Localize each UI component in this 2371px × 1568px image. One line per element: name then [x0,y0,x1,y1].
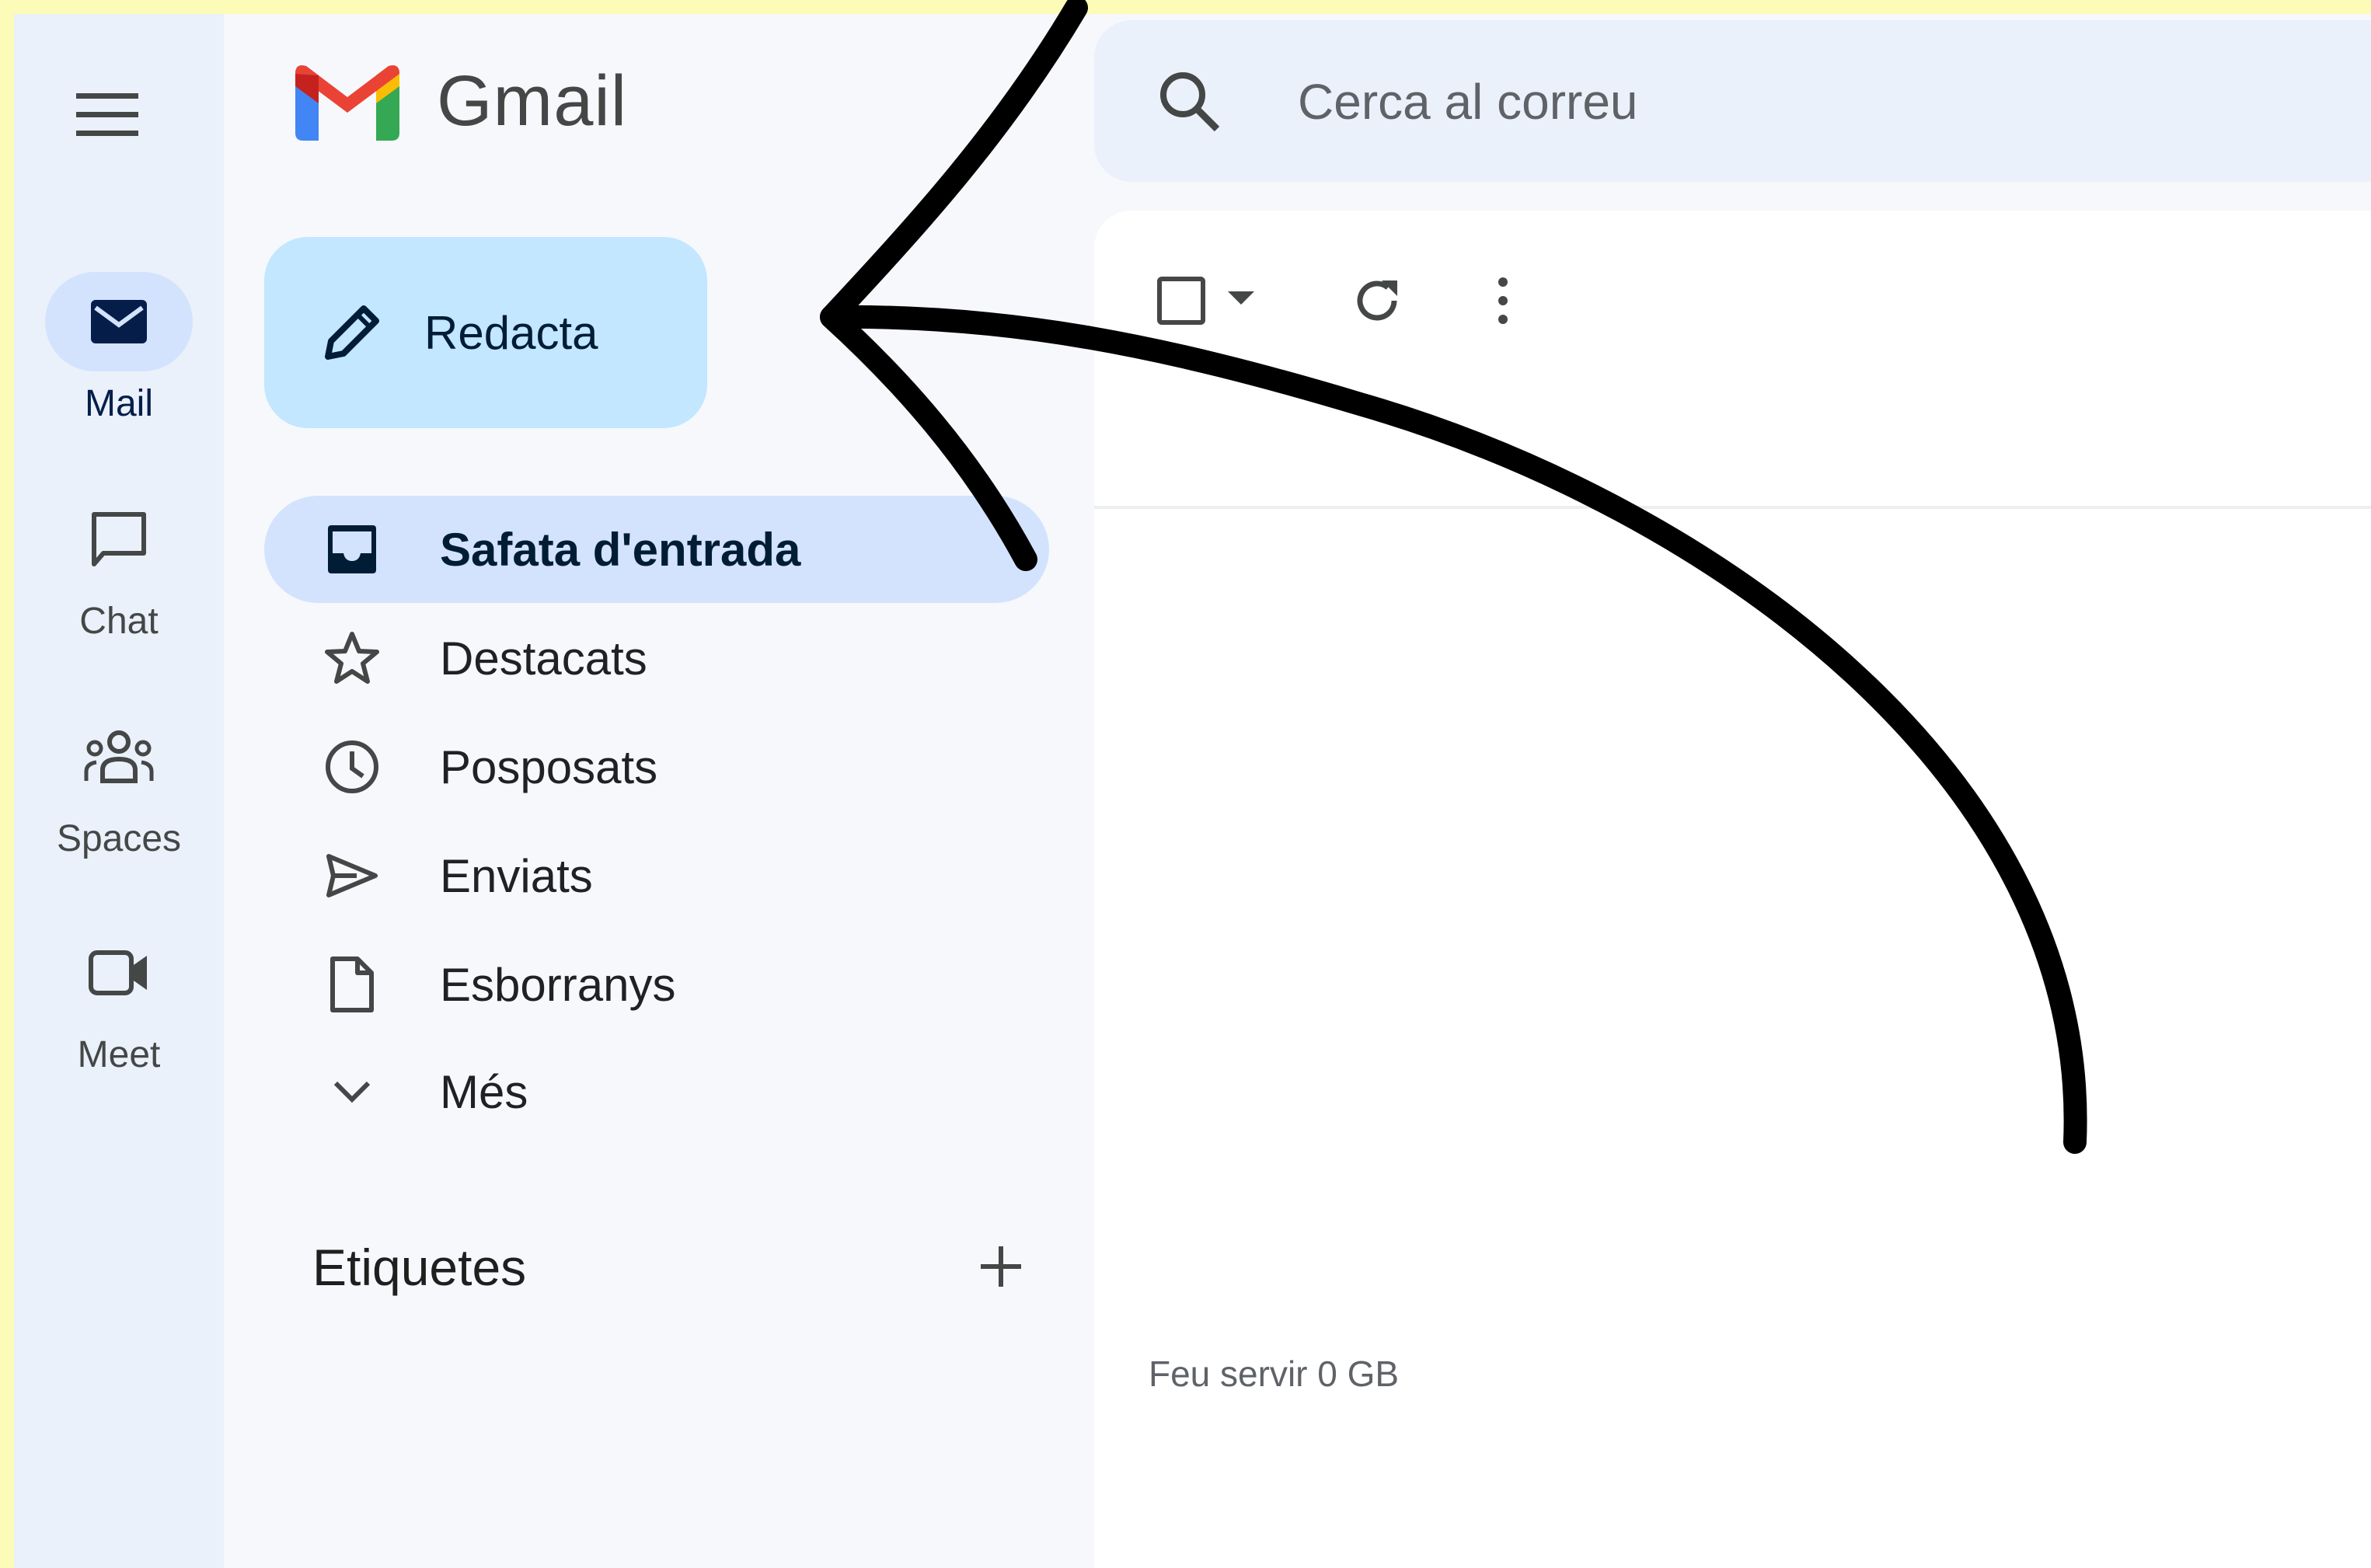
add-label-button[interactable] [970,1235,1032,1298]
folder-drafts-label: Esborranys [440,958,676,1011]
labels-heading: Etiquetes [312,1239,527,1296]
rail-item-mail-highlight [45,272,193,371]
chevron-down-icon [333,1081,371,1103]
draft-file-icon [330,956,374,1012]
search-bar [1094,20,2371,182]
search-input[interactable] [1296,64,2310,140]
storage-usage-text: Feu servir 0 GB [1149,1354,1400,1394]
star-icon [325,632,379,684]
rail-item-meet[interactable]: Meet [14,923,224,1076]
folder-more[interactable]: Més [264,1038,1049,1145]
rail-label-mail: Mail [84,383,153,424]
folder-starred-label: Destacats [440,632,647,685]
search-icon[interactable] [1156,68,1222,134]
app-title: Gmail [437,61,628,141]
pencil-icon [325,305,379,360]
mail-icon [91,300,147,343]
compose-label: Redacta [424,306,598,359]
main-menu-button[interactable] [61,68,154,162]
plus-icon [981,1246,1021,1287]
rail-item-spaces-wrap [45,707,193,807]
folder-sent[interactable]: Enviats [264,822,1049,929]
select-all-checkbox[interactable] [1156,276,1206,326]
rail-item-chat-wrap [45,490,193,589]
folder-starred[interactable]: Destacats [264,605,1049,712]
rail-item-chat[interactable]: Chat [14,490,224,643]
folder-more-label: Més [440,1065,528,1118]
rail-label-chat: Chat [79,601,159,642]
rail-label-meet: Meet [77,1034,161,1075]
send-icon [326,854,378,897]
folder-starred-icon-wrap [317,631,387,685]
caret-down-icon [1228,291,1254,305]
video-camera-icon [89,950,147,995]
rail-label-spaces: Spaces [56,818,182,859]
more-options-button[interactable] [1495,276,1511,326]
refresh-button[interactable] [1352,276,1402,326]
folder-drafts[interactable]: Esborranys [264,931,1049,1038]
select-dropdown-button[interactable] [1228,291,1254,305]
folder-sent-label: Enviats [440,849,593,902]
clock-icon [326,740,378,793]
chat-bubble-icon [92,512,146,566]
folder-snoozed[interactable]: Posposats [264,713,1049,821]
inbox-icon [328,525,376,573]
folder-inbox-label: Safata d'entrada [440,523,801,576]
people-group-icon [84,730,154,783]
gmail-logo[interactable]: Gmail [295,61,627,142]
rail-item-mail[interactable]: Mail [14,272,224,425]
rail-item-meet-wrap [45,923,193,1023]
folder-inbox-icon-wrap [317,524,387,575]
refresh-icon [1357,280,1397,321]
gmail-window: Mail Chat Spaces Meet Gmail Redacta Safa… [14,14,2371,1568]
folder-more-icon-wrap [317,1080,387,1103]
folder-inbox[interactable]: Safata d'entrada [264,496,1049,603]
rail-item-spaces[interactable]: Spaces [14,707,224,860]
more-vert-icon [1498,277,1508,324]
folder-snoozed-icon-wrap [317,739,387,795]
folder-snoozed-label: Posposats [440,740,658,793]
folder-sent-icon-wrap [317,853,387,898]
app-rail: Mail Chat Spaces Meet [14,14,224,1568]
checkbox-icon [1157,277,1205,325]
message-list-panel: Feu servir 0 GB [1094,211,2371,1568]
toolbar-divider [1094,506,2371,509]
gmail-m-logo-icon [295,64,399,141]
folder-drafts-icon-wrap [317,956,387,1013]
hamburger-menu-icon [76,93,138,136]
navigation-panel: Gmail Redacta Safata d'entrada Destacats… [224,14,1094,1568]
compose-button[interactable]: Redacta [264,237,707,428]
